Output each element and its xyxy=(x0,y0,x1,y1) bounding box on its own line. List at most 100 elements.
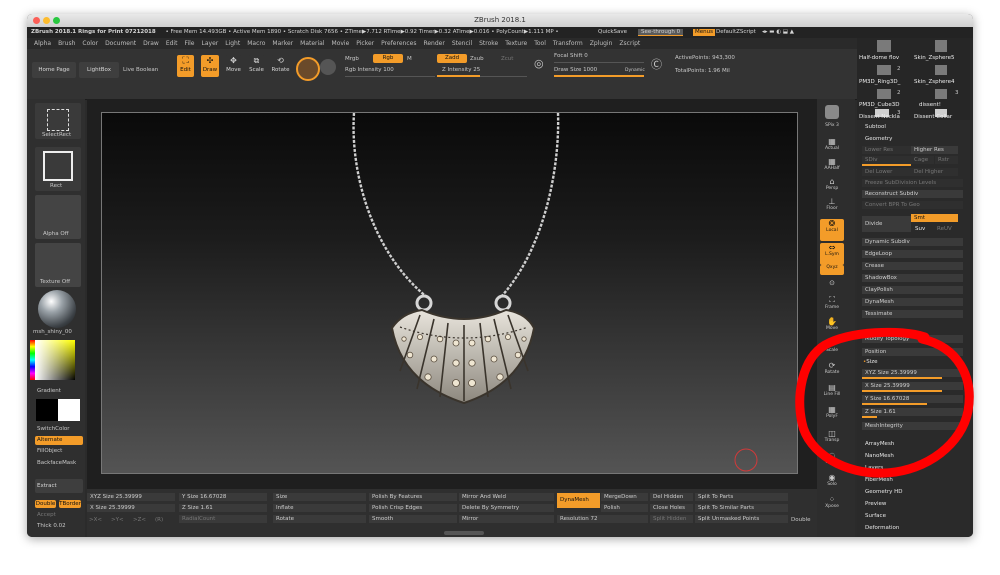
move-button[interactable]: ✥ Move xyxy=(225,55,242,77)
extract-button[interactable]: Extract xyxy=(35,479,83,493)
focal-shift-slider[interactable]: Focal Shift 0 xyxy=(554,53,588,59)
tborder-button[interactable]: TBorder xyxy=(59,500,81,508)
menu-item[interactable]: Zscript xyxy=(619,40,640,47)
thick-slider[interactable]: Thick 0.02 xyxy=(37,523,66,529)
menu-item[interactable]: Alpha xyxy=(34,40,51,47)
draw-size-slider[interactable]: Draw Size 1000 xyxy=(554,67,597,73)
menu-item[interactable]: Texture xyxy=(505,40,527,47)
double-button[interactable]: Double xyxy=(35,500,56,508)
menus-button[interactable]: Menus xyxy=(693,29,715,36)
menu-item[interactable]: Material xyxy=(300,40,324,47)
subtool-thumb-icon[interactable] xyxy=(877,40,891,52)
sdiv-slider[interactable]: SDiv xyxy=(862,156,911,166)
menu-item[interactable]: Tool xyxy=(534,40,546,47)
home-page-button[interactable]: Home Page xyxy=(32,62,76,78)
sym-axis-icon[interactable]: ⊙ xyxy=(820,279,844,293)
hue-strip[interactable] xyxy=(30,340,35,380)
subtool-name[interactable]: dissent! xyxy=(919,102,941,108)
menu-item[interactable]: File xyxy=(184,40,194,47)
see-through-slider[interactable]: See-through 0 xyxy=(638,29,684,36)
convert-bpr-button[interactable]: Convert BPR To Geo xyxy=(862,201,963,209)
higher-res-button[interactable]: Higher Res xyxy=(911,146,958,154)
lower-res-button[interactable]: Lower Res xyxy=(862,146,911,154)
select-rect-brush[interactable]: SelectRect xyxy=(35,103,81,139)
subtool-name[interactable]: Dissent Collar xyxy=(914,114,952,120)
bottom-x-size-slider[interactable]: X Size 25.39999 xyxy=(87,504,175,512)
divide-button[interactable]: Divide xyxy=(862,216,911,232)
crease-section[interactable]: Crease xyxy=(862,262,963,270)
del-higher-button[interactable]: Del Higher xyxy=(911,168,958,176)
frame-button[interactable]: ⛶ Frame xyxy=(820,295,844,317)
preview-section[interactable]: Preview xyxy=(865,501,886,507)
rgb-button[interactable]: Rgb xyxy=(373,54,403,63)
del-hidden-button[interactable]: Del Hidden xyxy=(650,493,693,501)
qxyz-button[interactable]: Qxyz xyxy=(820,265,844,275)
subtool-thumb-icon[interactable] xyxy=(935,65,947,75)
claypolish-section[interactable]: ClayPolish xyxy=(862,286,963,294)
fill-object-button[interactable]: FillObject xyxy=(37,448,62,454)
layout-icons[interactable]: ◂▸ ▬ ◐ ⬓ ▲ xyxy=(762,27,794,38)
actual-button[interactable]: ▦ Actual xyxy=(820,137,844,159)
subtool-name[interactable]: Skin_Zsphere4 xyxy=(914,79,954,85)
gradient-button[interactable]: Gradient xyxy=(37,388,61,394)
bottom-z-size-slider[interactable]: Z Size 1.61 xyxy=(179,504,267,512)
del-lower-button[interactable]: Del Lower xyxy=(862,168,911,176)
rgb-intensity-track[interactable] xyxy=(345,76,435,77)
lightbox-button[interactable]: LightBox xyxy=(79,62,119,78)
draw-button[interactable]: ✣ Draw xyxy=(201,55,219,77)
subtool-thumb-icon[interactable] xyxy=(877,65,891,75)
menu-item[interactable]: Macro xyxy=(247,40,265,47)
texture-thumbnail[interactable]: Texture Off xyxy=(35,243,81,287)
cage-button[interactable]: Cage xyxy=(911,156,934,164)
subtool-name[interactable]: PM3D_Cube3D xyxy=(859,102,899,108)
subtool-thumb-icon[interactable] xyxy=(935,89,947,99)
backface-mask-button[interactable]: BackfaceMask xyxy=(37,460,76,466)
gizmo-r-button[interactable]: (R) xyxy=(155,517,163,523)
double-toggle[interactable]: Double xyxy=(791,517,811,523)
default-zscript-button[interactable]: DefaultZScript xyxy=(716,27,756,38)
gizmo-z-button[interactable]: >Z< xyxy=(133,517,146,523)
rstr-button[interactable]: Rstr xyxy=(935,156,958,164)
primary-color-swatch[interactable] xyxy=(36,399,58,421)
edit-button[interactable]: ⛶ Edit xyxy=(177,55,194,77)
floor-button[interactable]: ⊥ Floor xyxy=(820,197,844,219)
menu-item[interactable]: Edit xyxy=(166,40,178,47)
lsym-button[interactable]: ⇔ L.Sym xyxy=(820,243,844,265)
focal-shift-track[interactable] xyxy=(554,62,644,63)
menu-item[interactable]: Movie xyxy=(332,40,350,47)
subtool-name[interactable]: Skin_Zsphere5 xyxy=(914,55,954,61)
subtool-thumb-icon[interactable] xyxy=(877,89,891,99)
mirror-button[interactable]: Mirror xyxy=(459,515,554,523)
radial-count-slider[interactable]: RadialCount xyxy=(179,515,267,523)
rotate-button[interactable]: ⟲ Rotate xyxy=(271,55,290,77)
close-window-button[interactable] xyxy=(33,17,40,24)
edgeloop-section[interactable]: EdgeLoop xyxy=(862,250,963,258)
bottom-size-slider[interactable]: Size xyxy=(273,493,366,501)
subtool-name[interactable]: Dissent Neckla xyxy=(859,114,900,120)
menu-item[interactable]: Color xyxy=(82,40,98,47)
accept-button[interactable]: Accept xyxy=(37,512,56,518)
texture-sphere-icon[interactable] xyxy=(320,59,336,75)
gizmo-x-button[interactable]: >X< xyxy=(89,517,102,523)
zsub-button[interactable]: Zsub xyxy=(470,56,484,62)
quicksave-button[interactable]: QuickSave xyxy=(598,27,627,38)
aahalf-button[interactable]: ▦ AAHalf xyxy=(820,157,844,179)
menu-item[interactable]: Zplugin xyxy=(590,40,613,47)
freeze-subdivision-button[interactable]: Freeze SubDivision Levels xyxy=(862,179,963,187)
subtool-section[interactable]: Subtool xyxy=(865,124,886,130)
split-unmasked-points-button[interactable]: Split Unmasked Points xyxy=(695,515,788,523)
mrgb-button[interactable]: Mrgb xyxy=(345,56,359,62)
geometry-section[interactable]: Geometry xyxy=(865,136,892,142)
mergedown-button[interactable]: MergeDown xyxy=(601,493,648,501)
deformation-section[interactable]: Deformation xyxy=(865,525,899,531)
menu-item[interactable]: Stroke xyxy=(479,40,498,47)
menu-item[interactable]: Draw xyxy=(143,40,159,47)
smooth-slider[interactable]: Smooth xyxy=(369,515,457,523)
split-hidden-button[interactable]: Split Hidden xyxy=(650,515,693,523)
dynamesh-section[interactable]: DynaMesh xyxy=(862,298,963,306)
bottom-y-size-slider[interactable]: Y Size 16.67028 xyxy=(179,493,267,501)
subtool-name[interactable]: PM3D_Ring3D_ xyxy=(859,79,900,85)
menu-item[interactable]: Document xyxy=(105,40,136,47)
close-holes-button[interactable]: Close Holes xyxy=(650,504,693,512)
surface-section[interactable]: Surface xyxy=(865,513,886,519)
